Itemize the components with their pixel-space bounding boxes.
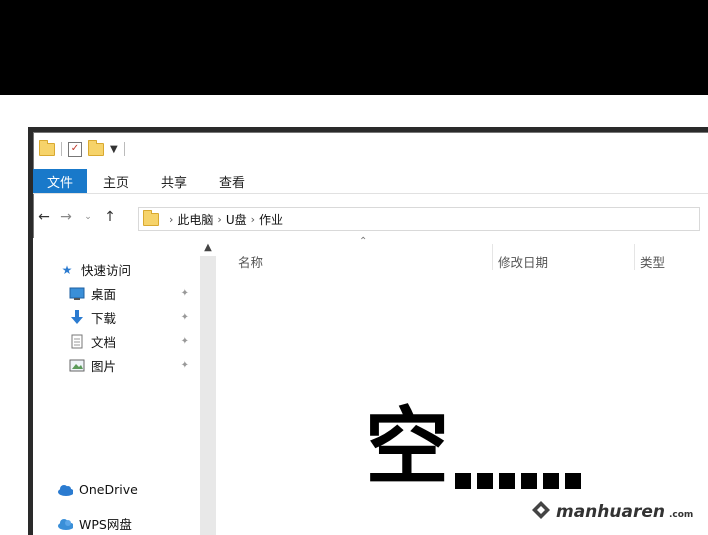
column-separator[interactable] (634, 244, 635, 270)
sidebar-item-downloads[interactable]: 下载 ✦ (69, 308, 195, 327)
wps-cloud-icon (57, 517, 73, 531)
sidebar-item-desktop[interactable]: 桌面 ✦ (69, 284, 195, 303)
watermark-suffix: .com (668, 510, 694, 520)
file-list: ⌃ 名称 修改日期 类型 (216, 236, 708, 535)
download-icon (69, 310, 85, 325)
new-folder-icon[interactable] (88, 139, 104, 156)
column-header-type[interactable]: 类型 (640, 252, 665, 271)
up-arrow-icon[interactable]: ↑ (99, 209, 121, 225)
pin-icon[interactable]: ✦ (181, 312, 189, 323)
tab-share[interactable]: 共享 (145, 169, 203, 193)
sidebar-item-label: 桌面 (91, 287, 117, 302)
ribbon-tabs: 文件 主页 共享 查看 (33, 169, 708, 194)
dot (499, 473, 515, 489)
address-bar[interactable]: › 此电脑 › U盘 › 作业 (138, 207, 700, 231)
sidebar-item-documents[interactable]: 文档 ✦ (69, 332, 195, 351)
column-separator[interactable] (492, 244, 493, 270)
desktop-icon (69, 287, 85, 301)
pin-icon[interactable]: ✦ (181, 288, 189, 299)
chevron-right-icon[interactable]: › (251, 213, 255, 226)
document-icon (69, 334, 85, 349)
folder-icon (143, 209, 159, 226)
toolbar-separator (123, 142, 125, 156)
dot (455, 473, 471, 489)
sidebar-item-label: 下载 (91, 311, 117, 326)
tab-file[interactable]: 文件 (33, 169, 88, 193)
sidebar-item-label: 快速访问 (81, 263, 132, 278)
forward-arrow-icon[interactable]: → (55, 209, 77, 225)
comic-panel: ✓ ▼ 文件 主页 共享 查看 ← → ⌄ ↑ › 此电脑 › U盘 › 作业 (0, 95, 708, 535)
sidebar-scrollbar[interactable]: ▲ (200, 240, 216, 535)
sidebar-item-quick-access[interactable]: ★ 快速访问 (59, 260, 131, 279)
column-header-name[interactable]: 名称 (238, 252, 263, 271)
dot (543, 473, 559, 489)
cloud-icon (57, 483, 73, 497)
sort-ascending-icon: ⌃ (359, 236, 368, 247)
dot (565, 473, 581, 489)
picture-icon (69, 359, 85, 373)
watermark: manhuaren .com (530, 500, 693, 524)
sidebar-item-label: 文档 (91, 335, 117, 350)
sidebar-item-onedrive[interactable]: OneDrive (57, 482, 138, 497)
chevron-right-icon[interactable]: › (169, 213, 173, 226)
navigation-pane: ★ 快速访问 桌面 ✦ 下载 ✦ 文档 ✦ 图片 ✦ OneDrive WPS网… (33, 238, 201, 535)
navigation-row: ← → ⌄ ↑ › 此电脑 › U盘 › 作业 (33, 198, 708, 236)
breadcrumb-this-pc[interactable]: 此电脑 (177, 211, 213, 228)
pin-icon[interactable]: ✦ (181, 360, 189, 371)
top-black-band (0, 0, 708, 95)
properties-icon[interactable]: ✓ (68, 141, 82, 157)
dot (521, 473, 537, 489)
chevron-right-icon[interactable]: › (217, 213, 221, 226)
sidebar-item-label: OneDrive (79, 482, 138, 497)
scroll-up-arrow-icon[interactable]: ▲ (200, 240, 216, 256)
customize-dropdown-icon[interactable]: ▼ (110, 144, 118, 155)
star-icon: ★ (61, 262, 73, 277)
sidebar-item-label: WPS网盘 (79, 517, 132, 532)
back-arrow-icon[interactable]: ← (33, 209, 55, 225)
pin-icon[interactable]: ✦ (181, 336, 189, 347)
breadcrumb-homework[interactable]: 作业 (259, 211, 283, 228)
sidebar-item-label: 图片 (91, 359, 117, 374)
ellipsis-dots (455, 473, 581, 489)
watermark-text: manhuaren (556, 502, 665, 522)
tab-view[interactable]: 查看 (203, 169, 261, 193)
watermark-logo-icon (530, 500, 552, 524)
column-header-date-modified[interactable]: 修改日期 (498, 252, 548, 271)
tab-home[interactable]: 主页 (87, 169, 145, 193)
breadcrumb-usb[interactable]: U盘 (226, 211, 247, 228)
folder-icon[interactable] (39, 139, 55, 156)
sidebar-item-wps[interactable]: WPS网盘 (57, 514, 132, 533)
sidebar-item-pictures[interactable]: 图片 ✦ (69, 356, 195, 375)
quick-access-toolbar: ✓ ▼ (39, 139, 125, 158)
empty-caption: 空 (365, 398, 449, 496)
dot (477, 473, 493, 489)
recent-chevron-down-icon[interactable]: ⌄ (77, 212, 99, 222)
toolbar-separator (61, 142, 62, 156)
